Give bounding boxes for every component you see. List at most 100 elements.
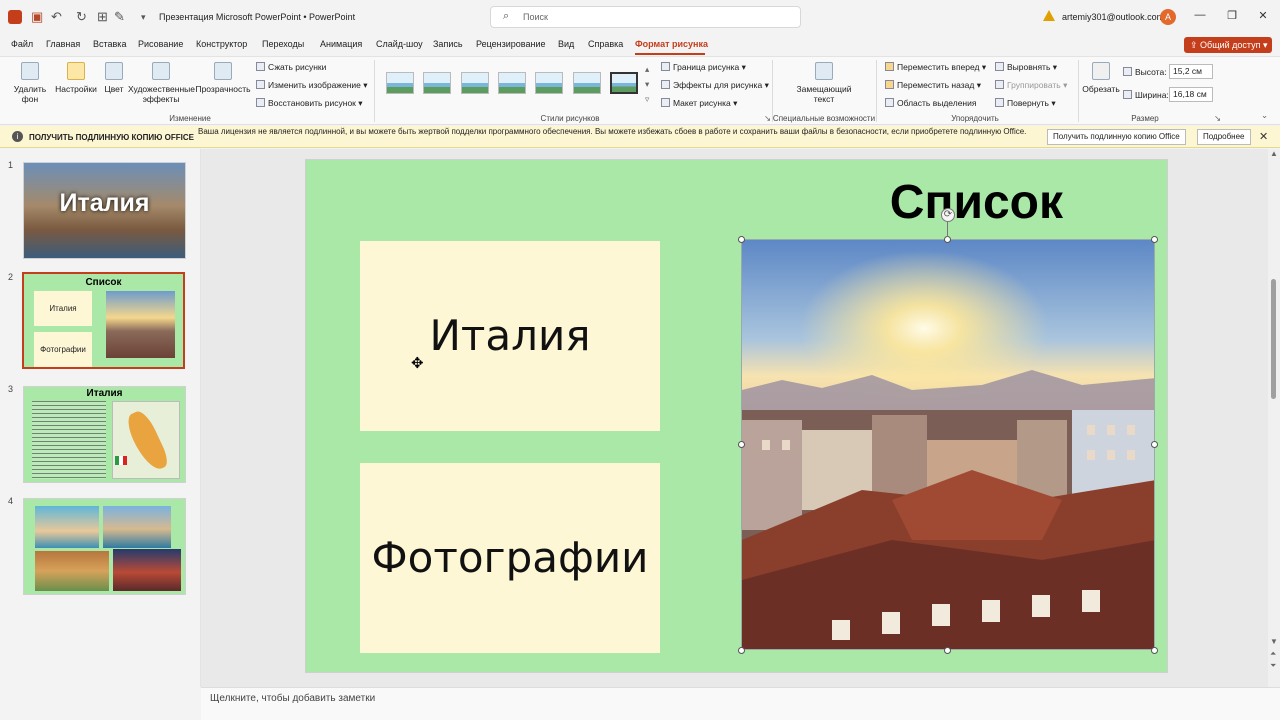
slide-thumbnail-2[interactable]: Список Италия Фотографии — [22, 272, 185, 369]
alt-text-icon — [815, 62, 833, 80]
resize-handle-right[interactable] — [1151, 441, 1158, 448]
resize-handle-top-left[interactable] — [738, 236, 745, 243]
tab-view[interactable]: Вид — [558, 39, 574, 49]
picture-style-2[interactable] — [423, 72, 451, 94]
styles-scroll-up-icon[interactable]: ▴ — [645, 64, 649, 75]
present-from-start-icon[interactable]: ⊞ — [97, 9, 108, 25]
rotate-button[interactable]: Повернуть ▾ — [995, 98, 1056, 109]
color-button[interactable]: Цвет — [100, 62, 128, 94]
send-backward-label: Переместить назад — [897, 80, 975, 90]
picture-style-4[interactable] — [498, 72, 526, 94]
width-label-text: Ширина: — [1135, 90, 1169, 100]
group-label-arrange: Упорядочить — [951, 114, 999, 123]
next-slide-icon[interactable]: ⏷ — [1270, 661, 1276, 671]
selected-picture[interactable] — [741, 239, 1155, 650]
resize-handle-top[interactable] — [944, 236, 951, 243]
tab-review[interactable]: Рецензирование — [476, 39, 546, 49]
warning-icon[interactable] — [1043, 10, 1055, 21]
reset-picture-icon — [256, 98, 265, 107]
height-input[interactable]: 15,2 см — [1169, 64, 1213, 79]
styles-dialog-launcher-icon[interactable]: ↘ — [764, 113, 771, 124]
picture-style-1[interactable] — [386, 72, 414, 94]
compress-pictures-button[interactable]: Сжать рисунки — [256, 62, 326, 73]
tab-record[interactable]: Запись — [433, 39, 463, 49]
customize-qat-icon[interactable]: ▾ — [141, 9, 146, 25]
picture-border-button[interactable]: Граница рисунка ▾ — [661, 62, 746, 73]
rotate-handle-icon[interactable]: ⟳ — [941, 208, 955, 222]
tab-insert[interactable]: Вставка — [93, 39, 126, 49]
picture-style-7[interactable] — [610, 72, 638, 94]
artistic-effects-button[interactable]: Художественные эффекты — [128, 62, 195, 104]
bring-forward-button[interactable]: Переместить вперед ▾ — [885, 62, 986, 73]
resize-handle-top-right[interactable] — [1151, 236, 1158, 243]
resize-handle-bottom-right[interactable] — [1151, 647, 1158, 654]
share-button[interactable]: ⇪ Общий доступ ▾ — [1184, 37, 1272, 53]
save-icon[interactable]: ▣ — [31, 9, 43, 25]
tab-transitions[interactable]: Переходы — [262, 39, 304, 49]
slide-thumbnail-1[interactable]: Италия — [23, 162, 186, 259]
scroll-up-icon[interactable]: ▲ — [1270, 149, 1278, 158]
width-input[interactable]: 16,18 см — [1169, 87, 1213, 102]
sun-icon — [67, 62, 85, 80]
transparency-button[interactable]: Прозрачность — [195, 62, 251, 94]
styles-more-icon[interactable]: ▿ — [645, 94, 649, 105]
vertical-scrollbar[interactable]: ▲ ▼ ⏶ ⏷ — [1268, 149, 1280, 687]
tab-slideshow[interactable]: Слайд-шоу — [376, 39, 423, 49]
styles-scroll-down-icon[interactable]: ▾ — [645, 79, 649, 90]
close-icon[interactable]: ✕ — [1253, 9, 1273, 22]
scrollbar-thumb[interactable] — [1271, 279, 1276, 399]
thumbnail-photo — [35, 551, 109, 591]
close-icon[interactable]: ✕ — [1259, 130, 1268, 143]
resize-handle-bottom[interactable] — [944, 647, 951, 654]
restore-icon[interactable]: ❐ — [1222, 9, 1242, 22]
selection-pane-button[interactable]: Область выделения — [885, 98, 976, 109]
group-button[interactable]: Группировать ▾ — [995, 80, 1067, 91]
learn-more-button[interactable]: Подробнее — [1197, 129, 1251, 145]
tab-home[interactable]: Главная — [46, 39, 80, 49]
tab-picture-format[interactable]: Формат рисунка — [635, 39, 708, 49]
corrections-button[interactable]: Настройки — [54, 62, 98, 94]
notes-pane[interactable]: Щелкните, чтобы добавить заметки — [201, 687, 1280, 720]
redo-icon[interactable]: ↻ — [76, 9, 87, 25]
avatar[interactable]: A — [1160, 9, 1176, 25]
tab-draw[interactable]: Рисование — [138, 39, 183, 49]
alt-text-button[interactable]: Замещающий текст — [792, 62, 856, 104]
search-box[interactable]: ⌕ Поиск — [490, 6, 801, 28]
picture-style-6[interactable] — [573, 72, 601, 94]
thumbnail-photo — [113, 549, 181, 591]
resize-handle-left[interactable] — [738, 441, 745, 448]
rotate-icon — [995, 98, 1004, 107]
ribbon-collapse-icon[interactable]: ⌄ — [1261, 110, 1268, 121]
change-picture-button[interactable]: Изменить изображение ▾ — [256, 80, 368, 91]
slide-thumbnail-4[interactable] — [23, 498, 186, 595]
picture-style-5[interactable] — [535, 72, 563, 94]
remove-background-button[interactable]: Удалить фон — [8, 62, 52, 104]
picture-layout-button[interactable]: Макет рисунка ▾ — [661, 98, 737, 109]
content-box-photos[interactable]: Фотографии — [360, 463, 660, 653]
size-dialog-launcher-icon[interactable]: ↘ — [1214, 113, 1221, 124]
tab-help[interactable]: Справка — [588, 39, 623, 49]
ribbon-separator — [374, 60, 375, 122]
send-backward-button[interactable]: Переместить назад ▾ — [885, 80, 981, 91]
scroll-down-icon[interactable]: ▼ — [1270, 637, 1278, 646]
account-email[interactable]: artemiy301@outlook.com — [1062, 12, 1164, 22]
format-painter-icon[interactable]: ✎ — [114, 9, 125, 25]
undo-icon[interactable]: ↶ — [51, 9, 62, 25]
tab-file[interactable]: Файл — [11, 39, 33, 49]
minimize-icon[interactable]: — — [1190, 9, 1210, 21]
tab-design[interactable]: Конструктор — [196, 39, 247, 49]
tab-animations[interactable]: Анимация — [320, 39, 362, 49]
slide-thumbnail-3[interactable]: Италия — [23, 386, 186, 483]
effects-icon — [661, 80, 670, 89]
resize-handle-bottom-left[interactable] — [738, 647, 745, 654]
city-sunset-photo — [742, 240, 1154, 649]
reset-picture-button[interactable]: Восстановить рисунок ▾ — [256, 98, 363, 109]
crop-button[interactable]: Обрезать — [1082, 62, 1120, 94]
thumbnail-text-block — [32, 401, 106, 479]
align-button[interactable]: Выровнять ▾ — [995, 62, 1057, 73]
picture-effects-button[interactable]: Эффекты для рисунка ▾ — [661, 80, 769, 91]
get-genuine-office-button[interactable]: Получить подлинную копию Office — [1047, 129, 1186, 145]
previous-slide-icon[interactable]: ⏶ — [1270, 649, 1276, 659]
picture-style-3[interactable] — [461, 72, 489, 94]
content-box-italy[interactable]: Италия — [360, 241, 660, 431]
